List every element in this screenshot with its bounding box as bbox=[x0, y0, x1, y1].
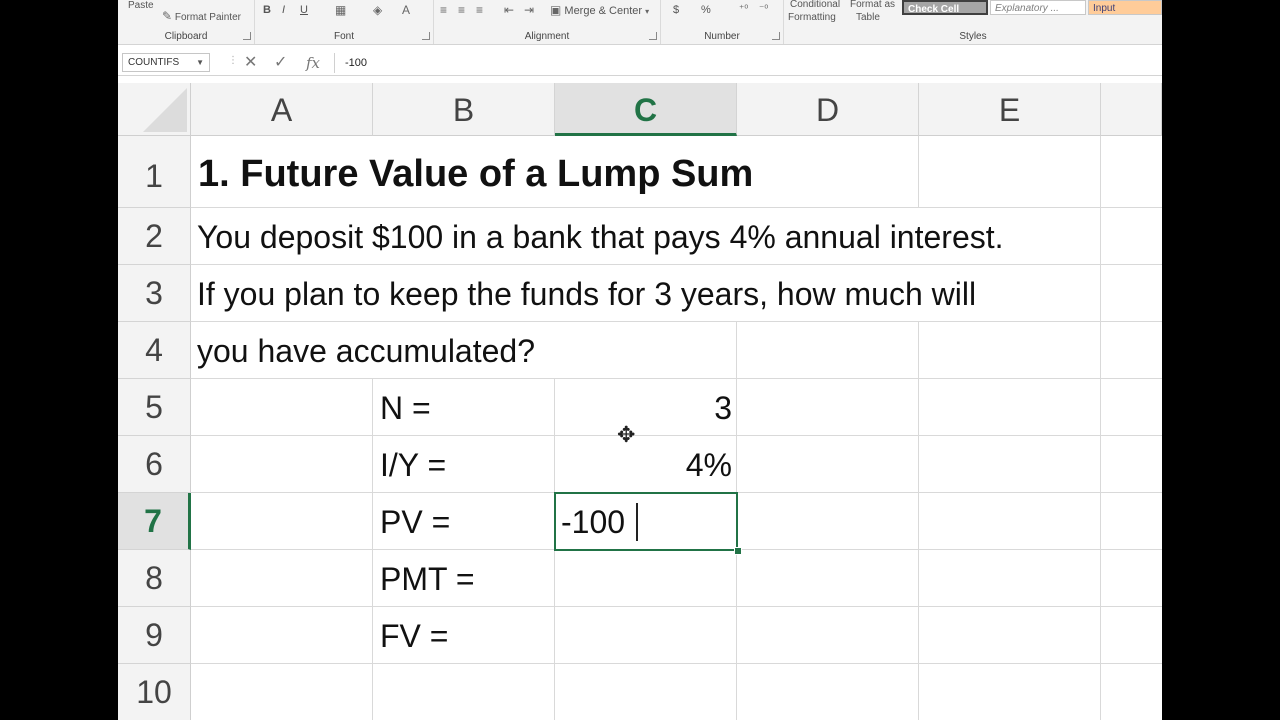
row-header-10[interactable]: 10 bbox=[118, 664, 191, 720]
clipboard-group-label: Clipboard bbox=[164, 31, 208, 42]
cell-c7[interactable]: -100 bbox=[561, 494, 625, 551]
cell-a4[interactable]: you have accumulated? bbox=[197, 323, 535, 380]
column-header-a[interactable]: A bbox=[191, 83, 373, 136]
column-header-partial[interactable] bbox=[1101, 83, 1162, 136]
row-gridline bbox=[191, 207, 1162, 208]
column-header-b[interactable]: B bbox=[373, 83, 555, 136]
cell-a3[interactable]: If you plan to keep the funds for 3 year… bbox=[197, 266, 976, 323]
dialog-launcher-icon[interactable] bbox=[772, 32, 780, 40]
cell-b6[interactable]: I/Y = bbox=[380, 437, 446, 494]
row-gridline bbox=[191, 606, 1162, 607]
row-header-6[interactable]: 6 bbox=[118, 436, 191, 493]
cell-c6[interactable]: 4% bbox=[556, 437, 732, 494]
style-check-cell[interactable]: Check Cell bbox=[902, 0, 988, 15]
format-painter-button[interactable]: ✎ Format Painter bbox=[162, 9, 241, 23]
decimal-increase-icon[interactable]: ⁺⁰ bbox=[739, 3, 748, 17]
fill-color-icon[interactable]: ◈ bbox=[373, 3, 382, 17]
row-header-9[interactable]: 9 bbox=[118, 607, 191, 664]
align-center-icon[interactable]: ≡ bbox=[458, 3, 465, 17]
cell-c5[interactable]: 3 bbox=[556, 380, 732, 437]
name-box-value: COUNTIFS bbox=[128, 57, 180, 68]
dialog-launcher-icon[interactable] bbox=[243, 32, 251, 40]
cell-a1-title[interactable]: 1. Future Value of a Lump Sum bbox=[198, 146, 753, 203]
row-header-7[interactable]: 7 bbox=[118, 493, 191, 550]
align-right-icon[interactable]: ≡ bbox=[476, 3, 483, 17]
move-cursor-icon: ✥ bbox=[617, 422, 636, 447]
currency-button[interactable]: $ bbox=[673, 3, 679, 17]
formula-input[interactable]: -100 bbox=[334, 53, 1158, 73]
merge-center-label: Merge & Center bbox=[564, 5, 643, 17]
cell-b9[interactable]: FV = bbox=[380, 608, 448, 665]
paintbrush-icon: ✎ bbox=[162, 9, 173, 23]
conditional-formatting-label-1: Conditional bbox=[790, 0, 841, 10]
cell-a2[interactable]: You deposit $100 in a bank that pays 4% … bbox=[197, 209, 1004, 266]
row-header-1[interactable]: 1 bbox=[118, 136, 191, 208]
format-as-table-label-2: Table bbox=[856, 12, 880, 23]
underline-button[interactable]: U bbox=[300, 3, 308, 17]
excel-window: Paste ✎ Format Painter Clipboard B I U ▦… bbox=[118, 0, 1162, 720]
format-painter-label: Format Painter bbox=[174, 12, 241, 23]
cell-b5[interactable]: N = bbox=[380, 380, 431, 437]
insert-function-icon[interactable]: fx bbox=[306, 53, 320, 73]
chevron-down-icon[interactable]: ▼ bbox=[196, 54, 204, 71]
font-color-icon[interactable]: A bbox=[402, 3, 410, 17]
chevron-down-icon: ▾ bbox=[645, 7, 650, 16]
alignment-group-label: Alignment bbox=[524, 31, 570, 42]
edit-caret bbox=[636, 503, 638, 541]
decimal-decrease-icon[interactable]: ⁻⁰ bbox=[759, 3, 768, 17]
align-left-icon[interactable]: ≡ bbox=[440, 3, 447, 17]
percent-button[interactable]: % bbox=[701, 3, 711, 17]
formula-bar: COUNTIFS ▼ ⋮ ✕ ✓ fx -100 bbox=[118, 51, 1162, 76]
column-gridline bbox=[372, 379, 373, 720]
formula-bar-divider-icon: ⋮ bbox=[228, 55, 238, 66]
fill-handle[interactable] bbox=[734, 547, 742, 555]
column-header-d[interactable]: D bbox=[737, 83, 919, 136]
styles-group-label: Styles bbox=[959, 31, 987, 42]
format-as-table-label-1: Format as bbox=[850, 0, 896, 10]
cell-b7[interactable]: PV = bbox=[380, 494, 450, 551]
conditional-formatting-label-2: Formatting bbox=[788, 12, 836, 23]
ribbon: Paste ✎ Format Painter Clipboard B I U ▦… bbox=[118, 0, 1162, 45]
alignment-group: ≡ ≡ ≡ ⇤ ⇥ ▣ Merge & Center ▾ Alignment bbox=[434, 0, 661, 44]
cell-b8[interactable]: PMT = bbox=[380, 551, 475, 608]
row-header-4[interactable]: 4 bbox=[118, 322, 191, 379]
name-box[interactable]: COUNTIFS ▼ bbox=[122, 53, 210, 72]
row-gridline bbox=[191, 663, 1162, 664]
styles-group: Conditional Formatting Format as Table C… bbox=[784, 0, 1162, 44]
clipboard-group: Paste ✎ Format Painter Clipboard bbox=[118, 0, 255, 44]
column-header-e[interactable]: E bbox=[919, 83, 1101, 136]
italic-button[interactable]: I bbox=[282, 3, 285, 17]
row-header-8[interactable]: 8 bbox=[118, 550, 191, 607]
select-all-corner[interactable] bbox=[118, 83, 191, 136]
column-header-c[interactable]: C bbox=[555, 83, 737, 136]
dialog-launcher-icon[interactable] bbox=[422, 32, 430, 40]
column-gridline bbox=[918, 322, 919, 720]
row-header-3[interactable]: 3 bbox=[118, 265, 191, 322]
style-input[interactable]: Input bbox=[1088, 0, 1162, 15]
font-group: B I U ▦ ◈ A Font bbox=[255, 0, 434, 44]
merge-icon: ▣ bbox=[550, 3, 562, 17]
column-gridline bbox=[918, 136, 919, 208]
style-explanatory[interactable]: Explanatory ... bbox=[990, 0, 1086, 15]
paste-button[interactable]: Paste bbox=[128, 0, 154, 13]
select-all-triangle-icon bbox=[143, 88, 187, 132]
merge-center-button[interactable]: ▣ Merge & Center ▾ bbox=[550, 3, 649, 17]
borders-icon[interactable]: ▦ bbox=[335, 3, 346, 17]
row-header-5[interactable]: 5 bbox=[118, 379, 191, 436]
decrease-indent-icon[interactable]: ⇤ bbox=[504, 3, 514, 17]
cancel-icon[interactable]: ✕ bbox=[244, 53, 257, 73]
bold-button[interactable]: B bbox=[263, 3, 271, 17]
dialog-launcher-icon[interactable] bbox=[649, 32, 657, 40]
increase-indent-icon[interactable]: ⇥ bbox=[524, 3, 534, 17]
column-gridline bbox=[1100, 136, 1101, 720]
enter-icon[interactable]: ✓ bbox=[274, 53, 287, 73]
font-group-label: Font bbox=[333, 31, 354, 42]
number-group-label: Number bbox=[704, 31, 740, 42]
number-group: $ % ⁺⁰ ⁻⁰ Number bbox=[661, 0, 784, 44]
row-header-2[interactable]: 2 bbox=[118, 208, 191, 265]
